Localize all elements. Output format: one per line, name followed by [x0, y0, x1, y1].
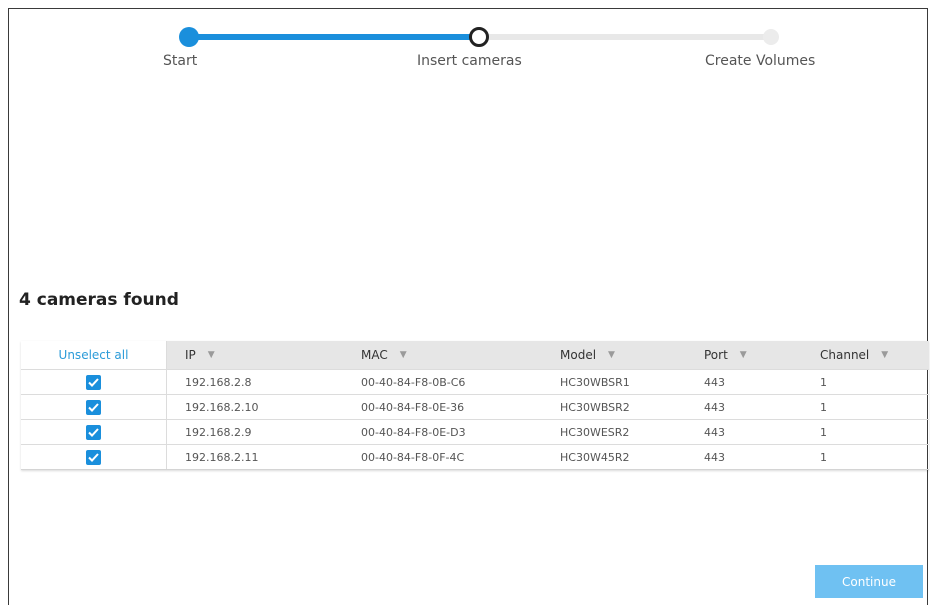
progress-stepper: Start Insert cameras Create Volumes: [9, 9, 929, 89]
row-checkbox[interactable]: [86, 399, 101, 415]
cell-mac: 00-40-84-F8-0E-D3: [361, 425, 466, 439]
column-header-port[interactable]: Port ▼: [686, 341, 802, 369]
table-row: 192.168.2.9 00-40-84-F8-0E-D3 HC30WESR2 …: [21, 419, 929, 444]
cell-port: 443: [704, 400, 725, 414]
column-header-label: Model: [560, 348, 597, 362]
row-select-cell: [21, 395, 167, 419]
column-header-model[interactable]: Model ▼: [542, 341, 686, 369]
stepper-track-remaining: [479, 34, 775, 40]
column-header-label: Port: [704, 348, 728, 362]
cell-ip: 192.168.2.11: [185, 450, 259, 464]
cell-ip: 192.168.2.10: [185, 400, 259, 414]
checkmark-icon: [88, 452, 99, 462]
row-checkbox[interactable]: [86, 449, 101, 465]
caret-down-icon: ▼: [207, 350, 215, 360]
row-select-cell: [21, 370, 167, 394]
column-header-mac[interactable]: MAC ▼: [343, 341, 542, 369]
row-checkbox[interactable]: [86, 424, 101, 440]
checkmark-icon: [88, 402, 99, 412]
cell-model: HC30W45R2: [560, 450, 630, 464]
table-row: 192.168.2.8 00-40-84-F8-0B-C6 HC30WBSR1 …: [21, 369, 929, 394]
step-insert-cameras-label: Insert cameras: [417, 53, 522, 69]
caret-down-icon: ▼: [399, 350, 407, 360]
column-header-ip[interactable]: IP ▼: [167, 341, 343, 369]
step-create-volumes-label: Create Volumes: [705, 53, 816, 69]
row-select-cell: [21, 445, 167, 469]
table-row: 192.168.2.11 00-40-84-F8-0F-4C HC30W45R2…: [21, 444, 929, 469]
caret-down-icon: ▼: [739, 350, 747, 360]
row-select-cell: [21, 420, 167, 444]
step-start-label: Start: [163, 53, 198, 69]
caret-down-icon: ▼: [881, 350, 889, 360]
cell-port: 443: [704, 375, 725, 389]
column-header-label: Channel: [820, 348, 870, 362]
cell-channel: 1: [820, 425, 827, 439]
unselect-all-button[interactable]: Unselect all: [21, 341, 167, 369]
cell-ip: 192.168.2.8: [185, 375, 252, 389]
cell-mac: 00-40-84-F8-0E-36: [361, 400, 465, 414]
cell-channel: 1: [820, 450, 827, 464]
cell-channel: 1: [820, 375, 827, 389]
cell-port: 443: [704, 450, 725, 464]
row-checkbox[interactable]: [86, 374, 101, 390]
column-header-label: MAC: [361, 348, 388, 362]
cell-port: 443: [704, 425, 725, 439]
cell-ip: 192.168.2.9: [185, 425, 252, 439]
cell-channel: 1: [820, 400, 827, 414]
cell-mac: 00-40-84-F8-0B-C6: [361, 375, 466, 389]
checkmark-icon: [88, 427, 99, 437]
step-start-dot: [179, 27, 199, 47]
cell-mac: 00-40-84-F8-0F-4C: [361, 450, 465, 464]
caret-down-icon: ▼: [608, 350, 615, 360]
cell-model: HC30WESR2: [560, 425, 630, 439]
cameras-table: Unselect all IP ▼ MAC ▼ Model ▼ Port ▼ C…: [21, 341, 929, 470]
table-header: Unselect all IP ▼ MAC ▼ Model ▼ Port ▼ C…: [21, 341, 929, 369]
table-row: 192.168.2.10 00-40-84-F8-0E-36 HC30WBSR2…: [21, 394, 929, 419]
continue-button[interactable]: Continue: [815, 565, 923, 598]
cameras-found-heading: 4 cameras found: [19, 290, 179, 310]
cell-model: HC30WBSR2: [560, 400, 630, 414]
column-header-channel[interactable]: Channel ▼: [802, 341, 929, 369]
step-insert-cameras-dot: [469, 27, 489, 47]
stepper-track-completed: [187, 34, 477, 40]
step-create-volumes-dot: [763, 29, 779, 45]
column-header-label: IP: [185, 348, 196, 362]
wizard-panel: Start Insert cameras Create Volumes 4 ca…: [8, 8, 929, 605]
checkmark-icon: [88, 377, 99, 387]
cell-model: HC30WBSR1: [560, 375, 630, 389]
